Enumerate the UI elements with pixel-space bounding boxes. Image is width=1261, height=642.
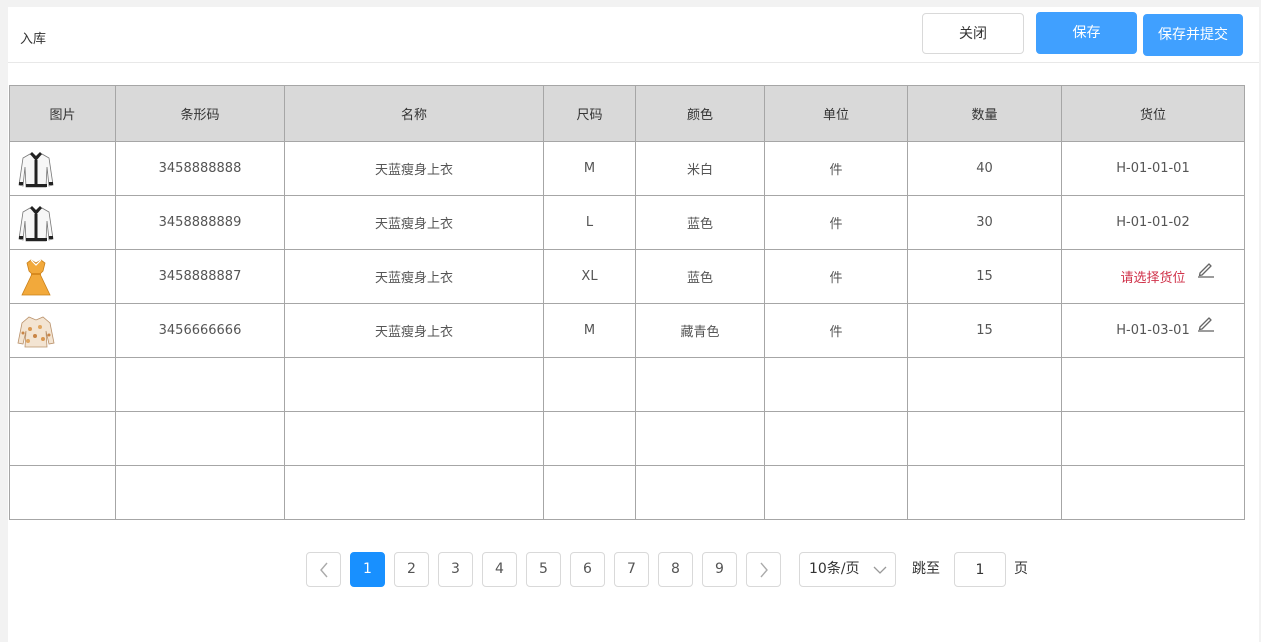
empty-row (9, 411, 1245, 466)
jump-page-input[interactable] (954, 552, 1006, 587)
barcode-cell: 3458888887 (115, 249, 285, 304)
color-cell: 米白 (635, 141, 765, 196)
table-header-row: 图片 条形码 名称 尺码 颜色 单位 数量 货位 (9, 85, 1245, 142)
column-header-size: 尺码 (543, 85, 636, 142)
location-placeholder[interactable]: 请选择货位 (1120, 271, 1185, 286)
yellow-dress-icon (21, 259, 51, 296)
table-row: 3458888887 天蓝瘦身上衣 XL 蓝色 件 15 请选择货位 (9, 249, 1245, 304)
image-cell (9, 249, 116, 304)
column-header-unit: 单位 (764, 85, 908, 142)
page-button-6[interactable]: 6 (570, 552, 605, 587)
page-button-2[interactable]: 2 (394, 552, 429, 587)
save-button[interactable]: 保存 (1036, 12, 1137, 54)
barcode-cell: 3456666666 (115, 303, 285, 358)
next-page-button[interactable] (746, 552, 781, 587)
page: 入库 关闭 保存 保存并提交 图片 条形码 名称 尺码 颜色 单位 数量 货位 (0, 0, 1261, 642)
table-row: 3456666666 天蓝瘦身上衣 M 藏青色 件 15 H-01-03-01 (9, 303, 1245, 358)
unit-cell: 件 (764, 303, 908, 358)
location-value: H-01-01-01 (1116, 161, 1190, 176)
size-cell: L (543, 195, 636, 250)
page-title: 入库 (20, 32, 47, 47)
image-cell (9, 195, 116, 250)
edit-pencil-icon[interactable] (1197, 314, 1215, 332)
color-cell: 蓝色 (635, 249, 765, 304)
unit-cell: 件 (764, 195, 908, 250)
quantity-cell: 40 (907, 141, 1062, 196)
barcode-cell: 3458888888 (115, 141, 285, 196)
table-row: 3458888888 天蓝瘦身上衣 M 米白 件 40 H-01-01-01 (9, 141, 1245, 196)
color-cell: 蓝色 (635, 195, 765, 250)
image-cell (9, 303, 116, 358)
save-and-submit-button[interactable]: 保存并提交 (1143, 14, 1243, 56)
white-cardigan-icon (18, 206, 54, 242)
name-cell: 天蓝瘦身上衣 (284, 303, 544, 358)
quantity-cell: 30 (907, 195, 1062, 250)
size-cell: XL (543, 249, 636, 304)
page-button-5[interactable]: 5 (526, 552, 561, 587)
size-cell: M (543, 141, 636, 196)
page-button-3[interactable]: 3 (438, 552, 473, 587)
inbound-table: 图片 条形码 名称 尺码 颜色 单位 数量 货位 3458888888 天蓝瘦身… (9, 85, 1245, 520)
page-button-7[interactable]: 7 (614, 552, 649, 587)
page-suffix-label: 页 (1014, 561, 1028, 577)
column-header-name: 名称 (284, 85, 544, 142)
empty-row (9, 465, 1245, 520)
column-header-barcode: 条形码 (115, 85, 285, 142)
name-cell: 天蓝瘦身上衣 (284, 249, 544, 304)
location-value: H-01-03-01 (1116, 323, 1190, 338)
pagination: 1 2 3 4 5 6 7 8 9 10条/页 跳至 页 (0, 552, 1261, 588)
chevron-left-icon (319, 562, 328, 578)
location-cell: H-01-01-01 (1061, 141, 1245, 196)
image-cell (9, 141, 116, 196)
column-header-location: 货位 (1061, 85, 1245, 142)
color-cell: 藏青色 (635, 303, 765, 358)
location-cell: H-01-01-02 (1061, 195, 1245, 250)
page-button-1[interactable]: 1 (350, 552, 385, 587)
name-cell: 天蓝瘦身上衣 (284, 195, 544, 250)
chevron-down-icon (873, 566, 887, 574)
white-cardigan-icon (18, 152, 54, 188)
column-header-color: 颜色 (635, 85, 765, 142)
page-button-8[interactable]: 8 (658, 552, 693, 587)
page-button-4[interactable]: 4 (482, 552, 517, 587)
column-header-image: 图片 (9, 85, 116, 142)
barcode-cell: 3458888889 (115, 195, 285, 250)
unit-cell: 件 (764, 141, 908, 196)
page-size-label: 10条/页 (809, 561, 860, 577)
quantity-cell: 15 (907, 303, 1062, 358)
close-button[interactable]: 关闭 (922, 13, 1024, 54)
column-header-quantity: 数量 (907, 85, 1062, 142)
page-size-select[interactable]: 10条/页 (799, 552, 896, 587)
chevron-right-icon (759, 562, 768, 578)
page-button-9[interactable]: 9 (702, 552, 737, 587)
name-cell: 天蓝瘦身上衣 (284, 141, 544, 196)
unit-cell: 件 (764, 249, 908, 304)
edit-pencil-icon[interactable] (1197, 260, 1215, 278)
floral-blouse-icon (17, 316, 55, 348)
location-cell: H-01-03-01 (1061, 303, 1245, 358)
jump-to-label: 跳至 (912, 561, 940, 577)
size-cell: M (543, 303, 636, 358)
location-cell: 请选择货位 (1061, 249, 1245, 304)
prev-page-button[interactable] (306, 552, 341, 587)
table-row: 3458888889 天蓝瘦身上衣 L 蓝色 件 30 H-01-01-02 (9, 195, 1245, 250)
empty-row (9, 357, 1245, 412)
location-value: H-01-01-02 (1116, 215, 1190, 230)
quantity-cell: 15 (907, 249, 1062, 304)
